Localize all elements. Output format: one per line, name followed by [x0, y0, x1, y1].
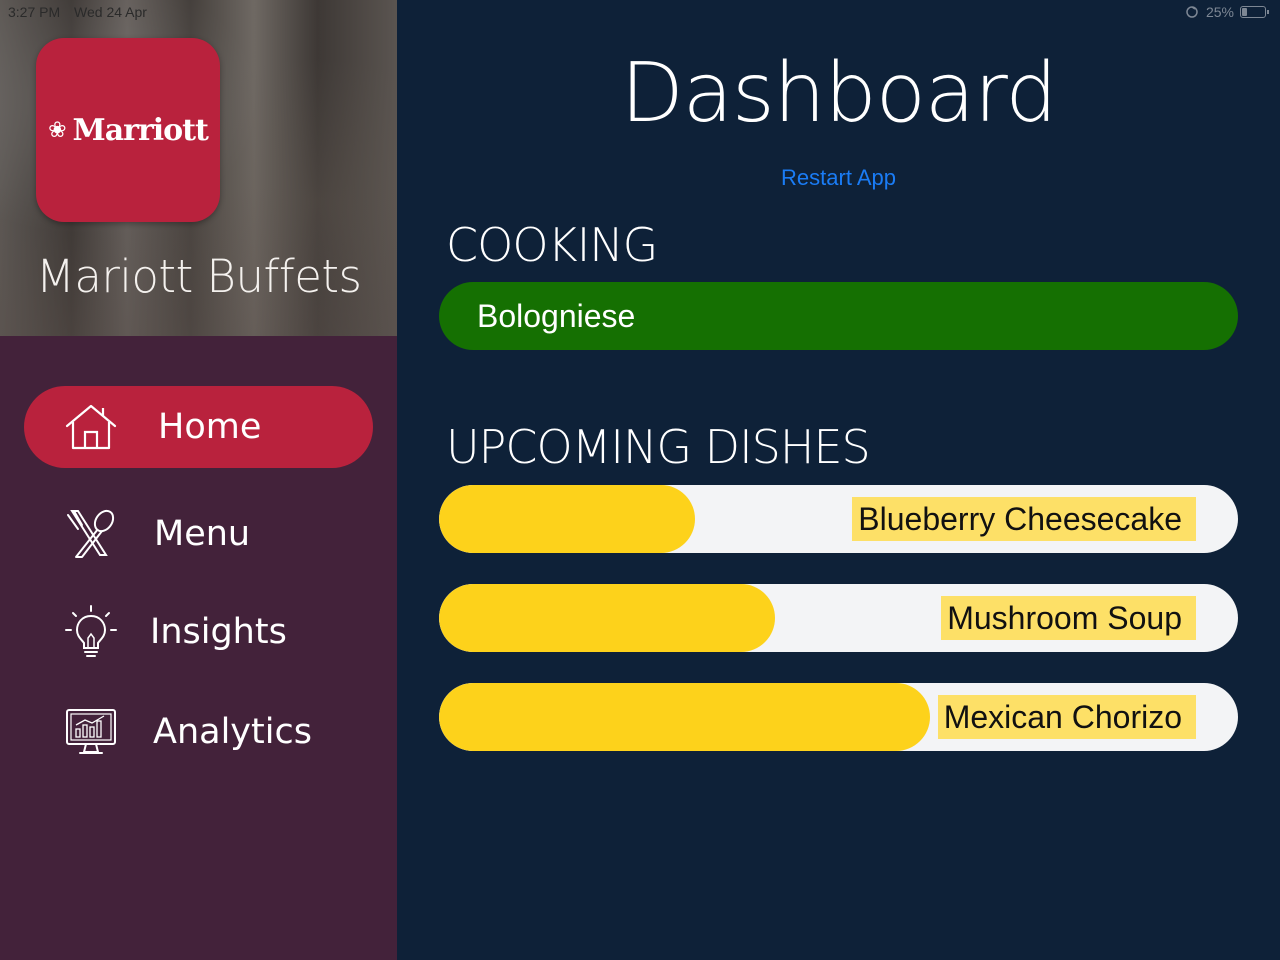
brand-name: Mariott Buffets — [36, 250, 362, 303]
cooking-dish-name: Bologniese — [477, 297, 636, 334]
status-indicators: 25% — [1184, 4, 1269, 20]
screen-lock-icon — [1184, 5, 1200, 19]
utensils-icon — [64, 507, 118, 561]
sidebar-item-analytics[interactable]: Analytics — [24, 691, 373, 773]
restart-app-link[interactable]: Restart App — [397, 165, 1280, 191]
sidebar-item-label: Home — [158, 407, 262, 447]
sidebar-item-label: Menu — [154, 514, 251, 554]
battery-percent: 25% — [1205, 4, 1234, 20]
sidebar-item-label: Insights — [150, 612, 287, 652]
marriott-logo-mark-icon: ❀ — [48, 117, 67, 142]
upcoming-heading: UPCOMING DISHES — [446, 420, 871, 474]
dish-progress-fill — [439, 683, 931, 751]
main-content: Dashboard Restart App COOKING Bologniese… — [397, 0, 1280, 960]
sidebar-item-label: Analytics — [153, 712, 312, 752]
sidebar-item-insights[interactable]: Insights — [24, 591, 373, 673]
cooking-dish-bar[interactable]: Bologniese — [439, 282, 1238, 350]
analytics-monitor-icon — [64, 705, 118, 759]
sidebar-item-menu[interactable]: Menu — [24, 493, 373, 575]
status-time: 3:27 PM — [8, 4, 61, 20]
dish-progress-fill — [439, 485, 695, 553]
sidebar: ❀ Marriott Mariott Buffets Home Menu Ins… — [0, 0, 397, 960]
battery-icon — [1240, 6, 1269, 18]
page-title: Dashboard — [620, 46, 1058, 141]
cooking-heading: COOKING — [446, 218, 658, 272]
dish-name: Mushroom Soup — [941, 596, 1196, 640]
status-time-date: 3:27 PM Wed 24 Apr — [8, 4, 157, 20]
status-bar: 3:27 PM Wed 24 Apr 25% — [0, 0, 1280, 24]
dish-progress-fill — [439, 584, 775, 652]
lightbulb-icon — [64, 605, 118, 659]
status-date: Wed 24 Apr — [74, 4, 147, 20]
upcoming-dish-row[interactable]: Mexican Chorizo — [439, 683, 1238, 751]
dish-name: Mexican Chorizo — [937, 695, 1196, 739]
dish-name: Blueberry Cheesecake — [852, 497, 1196, 541]
brand-header: ❀ Marriott Mariott Buffets — [0, 0, 397, 336]
logo-text: Marriott — [72, 112, 209, 148]
marriott-logo: ❀ Marriott — [36, 38, 220, 222]
home-icon — [64, 400, 118, 454]
sidebar-item-home[interactable]: Home — [24, 386, 373, 468]
upcoming-dish-row[interactable]: Mushroom Soup — [439, 584, 1238, 652]
upcoming-dish-row[interactable]: Blueberry Cheesecake — [439, 485, 1238, 553]
